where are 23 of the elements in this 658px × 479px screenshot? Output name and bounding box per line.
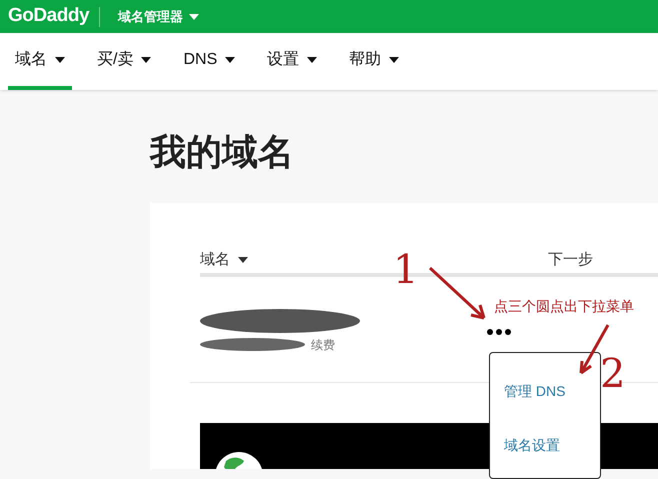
annotation-text: 1 <box>393 248 418 292</box>
caret-icon <box>238 257 248 263</box>
nav-tab[interactable]: 买/卖 <box>90 33 158 90</box>
caret-icon <box>189 14 200 20</box>
caret-icon <box>225 56 236 62</box>
caret-icon <box>307 56 318 62</box>
arrow <box>428 266 488 322</box>
page-title: 我的域名 <box>150 130 295 174</box>
caret-icon <box>141 56 152 62</box>
menu-item[interactable]: 管理 DNS <box>504 381 566 401</box>
logo: GoDaddy <box>8 4 90 28</box>
annotation-text: 2 <box>600 352 626 396</box>
caret-icon <box>389 56 400 62</box>
column-header: 下一步 <box>548 250 593 270</box>
nav-tab[interactable]: 域名 <box>8 33 72 90</box>
caret-icon <box>55 56 65 62</box>
more-options-icon[interactable] <box>487 329 511 335</box>
annotation-text: 点三个圆点出下拉菜单 <box>494 297 634 315</box>
nav-tab[interactable]: DNS <box>176 33 242 90</box>
nav-tab[interactable]: 设置 <box>260 33 324 90</box>
renew-link[interactable]: 续费 <box>311 336 335 354</box>
nav-tab[interactable]: 帮助 <box>342 33 406 90</box>
menu-item[interactable]: 域名设置 <box>504 435 560 455</box>
